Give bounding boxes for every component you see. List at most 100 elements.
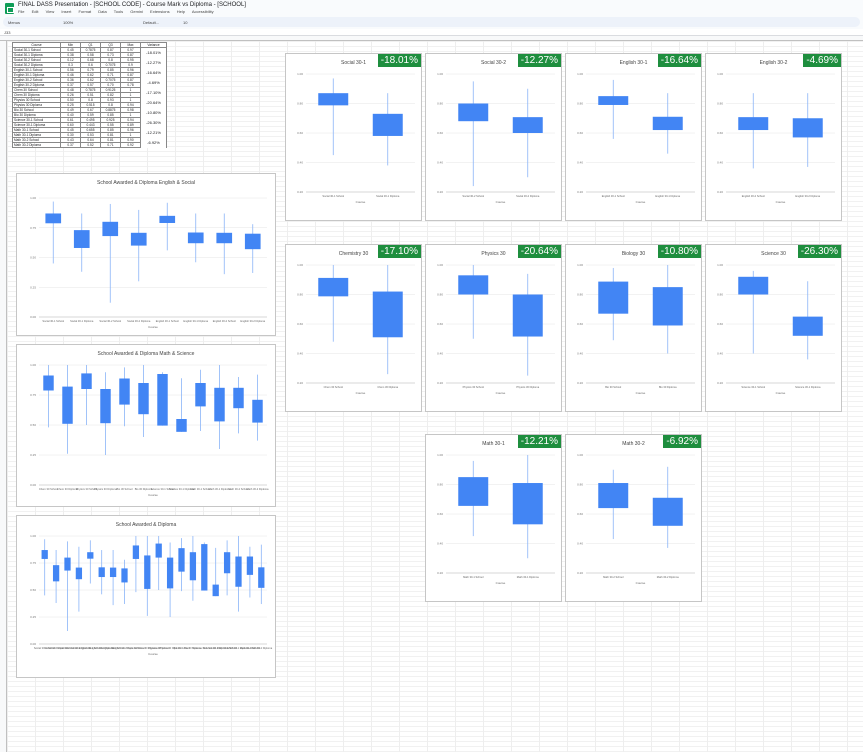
cell-variance[interactable]: -20.64% <box>140 97 167 108</box>
box-mark <box>246 556 254 575</box>
chart-math-30-1[interactable]: Math 30-1 -12.21% 0.20 0.40 0.60 0.80 1.00 Math… <box>425 434 562 602</box>
cell-q1[interactable]: 0.52 <box>80 142 101 148</box>
y-tick-label: 0.80 <box>297 293 303 297</box>
x-tick-label: English 30-1 School <box>602 194 625 198</box>
chart-english-social[interactable]: School Awarded & Diploma English & Socia… <box>16 173 276 336</box>
chart-english-30-2[interactable]: English 30-2 -4.69% 0.20 0.40 0.60 0.80 1.00 En… <box>705 53 842 221</box>
y-tick-label: 0.20 <box>437 571 443 575</box>
chart-math-30-2[interactable]: Math 30-2 -6.92% 0.20 0.40 0.60 0.80 1.00 Math … <box>565 434 702 602</box>
menu-data[interactable]: Data <box>98 9 106 14</box>
chart-physics-30[interactable]: Physics 30 -20.64% 0.20 0.40 0.60 0.80 1.00 Phy… <box>425 244 562 412</box>
cell-q3[interactable]: 0.71 <box>100 142 121 148</box>
box-mark <box>81 373 92 389</box>
menu-edit[interactable]: Edit <box>32 9 39 14</box>
document-title[interactable]: FINAL DASS Presentation - [SCHOOL CODE] … <box>18 2 246 8</box>
menu-gemini[interactable]: Gemini <box>130 9 143 14</box>
formula-bar: J33 <box>0 29 863 36</box>
cell-variance[interactable]: -18.01% <box>140 47 167 58</box>
box-mark <box>52 565 60 582</box>
table-row[interactable]: Social 30-2 School 0.12 0.68 0.8 0.95 -12.27% <box>12 57 167 68</box>
cell-variance[interactable]: -10.80% <box>140 107 167 118</box>
box-mark <box>100 389 111 424</box>
table-row[interactable]: English 30-2 School 0.36 0.62 0.7075 0.87 -4.… <box>12 77 167 88</box>
y-tick-label: 0.20 <box>577 190 583 194</box>
chart-math-science[interactable]: School Awarded & Diploma Math & Science 0… <box>16 344 276 507</box>
box-mark <box>216 232 233 244</box>
font-select[interactable]: Default... <box>143 20 159 25</box>
cell-variance[interactable]: -12.21% <box>140 127 167 138</box>
table-row[interactable]: Social 30-1 School 0.45 0.7875 0.87 0.97 -18.… <box>12 47 167 58</box>
x-tick-label: Social 30-1 School <box>322 194 344 198</box>
cell-variance[interactable]: -16.64% <box>140 67 167 78</box>
x-tick-label: English 30-2 School <box>213 319 236 323</box>
y-tick-label: 0.60 <box>437 512 443 516</box>
x-tick-label: Science 30-1 School <box>741 385 765 389</box>
y-tick-label: 0.60 <box>437 131 443 135</box>
chart-english-30-1[interactable]: English 30-1 -16.64% 0.20 0.40 0.60 0.80 1.00 E… <box>565 53 702 221</box>
cell-variance[interactable]: -26.30% <box>140 117 167 128</box>
cell-max[interactable]: 0.92 <box>120 142 141 148</box>
cell-variance[interactable]: -17.10% <box>140 87 167 98</box>
table-row[interactable]: English 30-1 School 0.56 0.79 0.85 0.96 -16.6… <box>12 67 167 78</box>
name-box[interactable]: J33 <box>4 30 10 35</box>
cell-min[interactable]: 0.37 <box>60 142 81 148</box>
row-headers[interactable] <box>0 41 7 752</box>
y-tick-label: 0.60 <box>577 322 583 326</box>
x-tick-label: Math 30-2 Diploma <box>250 646 272 650</box>
chart-social-30-2[interactable]: Social 30-2 -12.27% 0.20 0.40 0.60 0.80 1.00 So… <box>425 53 562 221</box>
search-menus-button[interactable]: Menus <box>8 20 20 25</box>
cell-variance[interactable]: -12.27% <box>140 57 167 68</box>
x-axis-title: Course <box>148 493 158 497</box>
x-tick-label: Social 30-2 Diploma <box>516 194 540 198</box>
menu-accessibility[interactable]: Accessibility <box>192 9 214 14</box>
y-tick-label: 0.20 <box>297 381 303 385</box>
x-tick-label: Math 30-2 School <box>603 575 624 579</box>
table-row[interactable]: Math 30-1 School 0.45 0.655 0.85 0.96 -12.21% <box>12 127 167 138</box>
chart-chemistry-30[interactable]: Chemistry 30 -17.10% 0.20 0.40 0.60 0.80 1.00 C… <box>285 244 422 412</box>
y-tick-label: 1.00 <box>577 453 583 457</box>
sheets-logo-icon[interactable] <box>5 3 14 14</box>
menu-tools[interactable]: Tools <box>114 9 123 14</box>
y-tick-label: 1.00 <box>717 72 723 76</box>
chart-biology-30[interactable]: Biology 30 -10.80% 0.20 0.40 0.60 0.80 1.00 Bio… <box>565 244 702 412</box>
chart-all-courses[interactable]: School Awarded & Diploma 0.00 0.25 0.50 0.75… <box>16 515 276 678</box>
y-tick-label: 1.00 <box>577 72 583 76</box>
box-mark <box>458 477 489 506</box>
zoom-select[interactable]: 100% <box>63 20 73 25</box>
table-row[interactable]: Science 30-1 School 0.61 0.495 0.925 0.94 -26… <box>12 117 167 128</box>
y-tick-label: 1.00 <box>437 263 443 267</box>
x-tick-label: Social 30-2 School <box>99 319 121 323</box>
chart-plot: 0.20 0.40 0.60 0.80 1.00 Math 30-2 School Math… <box>577 453 695 585</box>
summary-table[interactable]: Course Min Q1 Q3 Max Variance Social 30-… <box>12 42 167 148</box>
table-row[interactable]: Math 30-2 School 0.43 0.64 0.81 0.90 -6.92% <box>12 137 167 148</box>
menu-view[interactable]: View <box>46 9 55 14</box>
box-mark <box>214 387 225 422</box>
chart-social-30-1[interactable]: Social 30-1 -18.01% 0.20 0.40 0.60 0.80 1.00 So… <box>285 53 422 221</box>
cell-variance[interactable]: -4.69% <box>140 77 167 88</box>
toolbar: Menus 100% Default... 10 <box>3 17 860 27</box>
box-mark <box>41 550 48 559</box>
chart-science-30[interactable]: Science 30 -26.30% 0.20 0.40 0.60 0.80 1.00 Sci… <box>705 244 842 412</box>
cell-course[interactable]: Math 30-2 Diploma <box>12 142 61 148</box>
menu-file[interactable]: File <box>18 9 24 14</box>
x-axis-title: Course <box>776 200 786 204</box>
y-tick-label: 1.00 <box>437 453 443 457</box>
box-mark <box>195 383 206 407</box>
cell-variance[interactable]: -6.92% <box>140 137 167 148</box>
y-tick-label: 0.20 <box>437 381 443 385</box>
menu-insert[interactable]: Insert <box>61 9 71 14</box>
font-size-input[interactable]: 10 <box>183 20 187 25</box>
y-tick-label: 0.40 <box>437 161 443 165</box>
menu-help[interactable]: Help <box>177 9 185 14</box>
menu-extensions[interactable]: Extensions <box>150 9 170 14</box>
box-mark <box>144 555 151 589</box>
box-mark <box>109 567 117 578</box>
table-row[interactable]: Chem 30 School 0.48 0.7875 0.9125 1 -17.10% <box>12 87 167 98</box>
y-tick-label: 0.80 <box>717 102 723 106</box>
chart-plot: 0.00 0.25 0.50 0.75 1.00 Social 30-1 School So… <box>30 196 267 329</box>
table-row[interactable]: Physics 30 School 0.50 0.8 0.93 1 -20.64% <box>12 97 167 108</box>
x-tick-label: Chem 30 School <box>39 487 59 491</box>
y-tick-label: 0.40 <box>437 352 443 356</box>
menu-format[interactable]: Format <box>78 9 91 14</box>
y-tick-label: 0.20 <box>717 190 723 194</box>
